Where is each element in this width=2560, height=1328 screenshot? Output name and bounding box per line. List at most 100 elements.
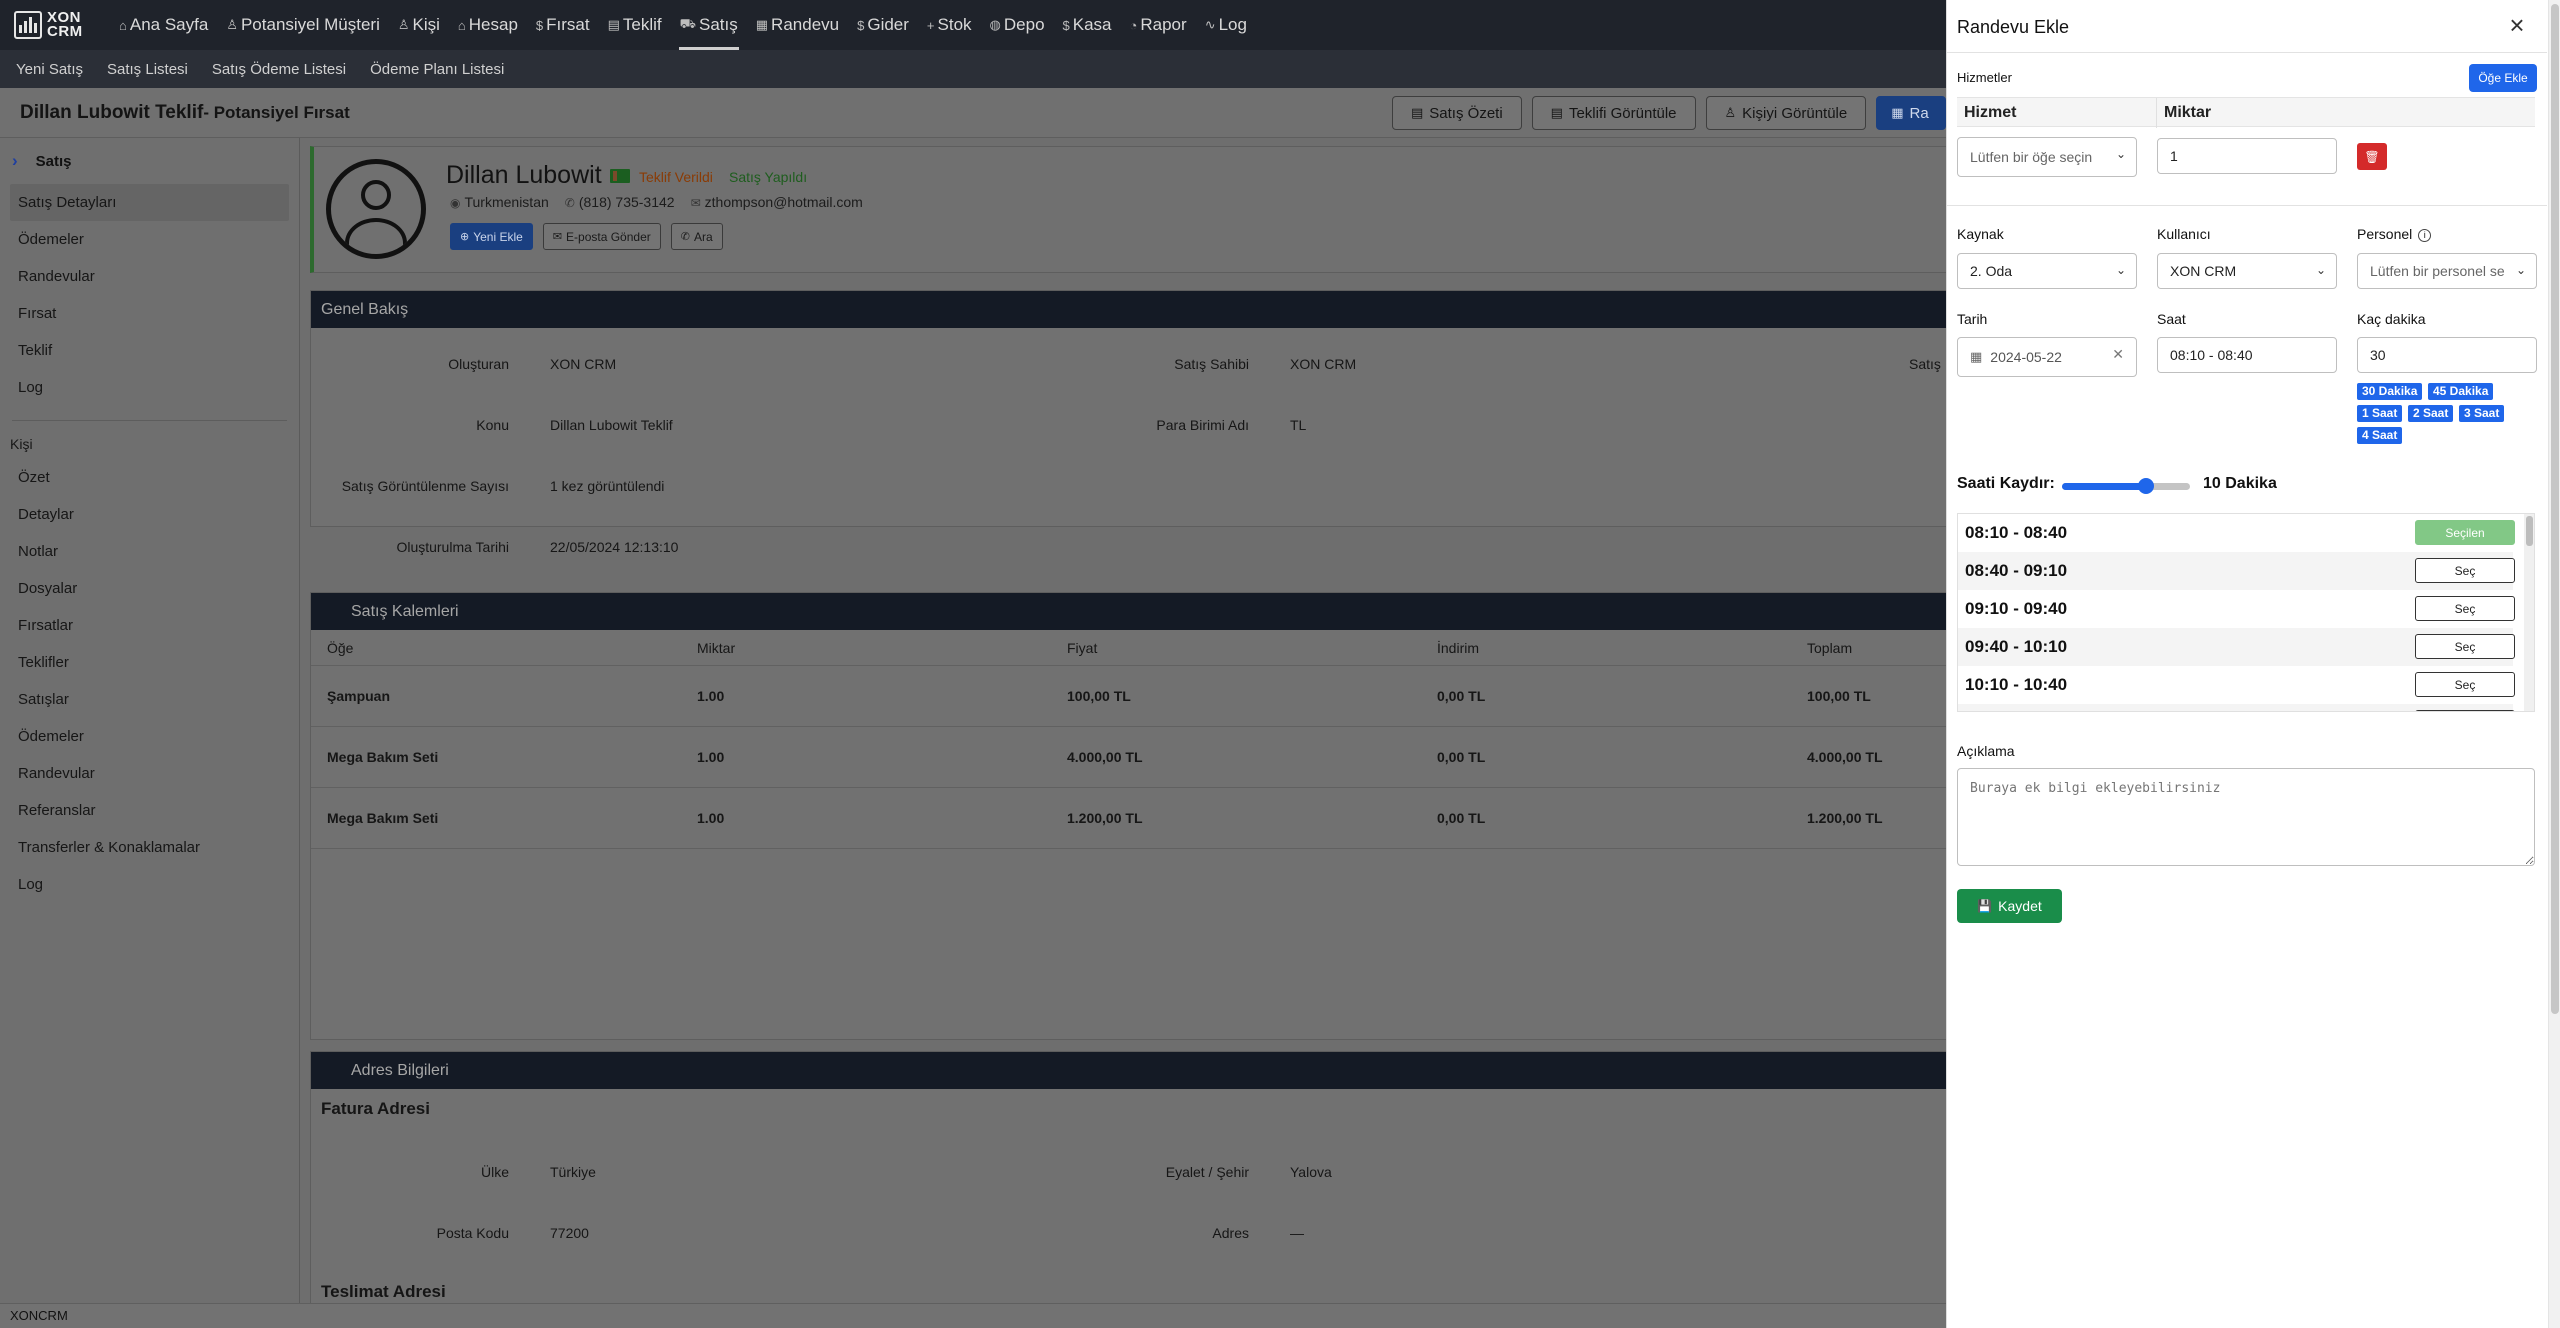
nav-item-kisi[interactable]: ♙ Kişi xyxy=(389,0,449,50)
delete-row-button[interactable]: 🗑 xyxy=(2357,143,2387,170)
sidebar-item-randevular[interactable]: Randevular xyxy=(0,258,299,295)
duration-chip-3h[interactable]: 3 Saat xyxy=(2459,405,2505,422)
nav-item-randevu[interactable]: ▦ Randevu xyxy=(747,0,848,50)
time-slot-label: 08:10 - 08:40 xyxy=(1965,523,2068,542)
subnav-item-yeni-satis[interactable]: Yeni Satış xyxy=(16,61,83,78)
profile-phone[interactable]: ✆ (818) 735-3142 xyxy=(565,194,675,210)
select-slot-button[interactable]: Seç xyxy=(2415,634,2515,659)
sale-items-card: Satış Kalemleri Öğe Miktar Fiyat İndirim Top… xyxy=(310,592,2200,1040)
sidebar-item-log[interactable]: Log xyxy=(0,866,299,903)
subnav-item-odeme-plani-listesi[interactable]: Ödeme Planı Listesi xyxy=(370,61,504,78)
profile-email[interactable]: ✉ zthompson@hotmail.com xyxy=(691,194,863,210)
select-slot-button[interactable] xyxy=(2415,710,2515,711)
select-slot-button[interactable]: Seç xyxy=(2415,672,2515,697)
sidebar-item-ozet[interactable]: Özet xyxy=(0,459,299,496)
info-icon[interactable]: i xyxy=(2418,229,2432,242)
sidebar-item-referanslar[interactable]: Referanslar xyxy=(0,792,299,829)
sidebar-item-satis-detaylari[interactable]: Satış Detayları xyxy=(10,184,289,221)
sidebar-item-firsatlar[interactable]: Fırsatlar xyxy=(0,607,299,644)
staff-select[interactable]: Lütfen bir personel se ⌄ xyxy=(2357,253,2537,289)
sidebar-item-teklifler[interactable]: Teklifler xyxy=(0,644,299,681)
column-header-miktar: Miktar xyxy=(697,639,736,656)
quantity-input[interactable]: 1 xyxy=(2157,138,2337,174)
selected-slot-button[interactable]: Seçilen xyxy=(2415,520,2515,545)
sidebar-item-odemeler[interactable]: Ödemeler xyxy=(0,718,299,755)
clear-icon[interactable]: ✕ xyxy=(2112,346,2124,363)
slot-list-scrollbar[interactable] xyxy=(2524,514,2534,711)
profile-country: ◉ Turkmenistan xyxy=(450,194,549,210)
flag-icon xyxy=(609,168,630,183)
shift-slider-handle[interactable] xyxy=(2138,478,2155,494)
drawer-scrollbar[interactable] xyxy=(2548,0,2560,1328)
sidebar-item-firsat[interactable]: Fırsat xyxy=(0,295,299,332)
sidebar-item-notlar[interactable]: Notlar xyxy=(0,533,299,570)
subnav-item-satis-listesi[interactable]: Satış Listesi xyxy=(107,61,188,78)
call-button[interactable]: ✆ Ara xyxy=(670,223,723,250)
document-icon: ▤ xyxy=(1411,105,1424,120)
add-item-button[interactable]: Öğe Ekle xyxy=(2469,64,2537,92)
select-slot-button[interactable]: Seç xyxy=(2415,596,2515,621)
drawer-scrollbar-thumb[interactable] xyxy=(2551,4,2559,1014)
sidebar-item-detaylar[interactable]: Detaylar xyxy=(0,496,299,533)
nav-item-rapor[interactable]: ◔ Rapor xyxy=(1121,0,1196,50)
nav-item-firsat[interactable]: $ Fırsat xyxy=(527,0,599,50)
nav-item-log[interactable]: ∿ Log xyxy=(1196,0,1256,50)
sidebar-item-dosyalar[interactable]: Dosyalar xyxy=(0,570,299,607)
col-quantity: Miktar xyxy=(2164,104,2212,121)
nav-item-ana-sayfa[interactable]: ⌂ Ana Sayfa xyxy=(110,0,217,50)
add-new-button[interactable]: ⊕ Yeni Ekle xyxy=(450,223,533,250)
view-person-button[interactable]: ♙ Kişiyi Görüntüle xyxy=(1705,96,1867,130)
sidebar-sale-header[interactable]: › Satış xyxy=(0,138,299,184)
sale-summary-button[interactable]: ▤ Satış Özeti xyxy=(1392,96,1522,130)
send-email-button[interactable]: ✉ E-posta Gönder xyxy=(542,223,661,250)
duration-chip-30m[interactable]: 30 Dakika xyxy=(2357,383,2423,400)
services-table-header: Hizmet Miktar xyxy=(1957,97,2535,128)
close-icon[interactable]: × xyxy=(2505,12,2529,38)
nav-icon: ♙ xyxy=(397,17,410,32)
duration-chip-2h[interactable]: 2 Saat xyxy=(2408,405,2454,422)
nav-item-teklif[interactable]: ▤ Teklif xyxy=(599,0,671,50)
subnav-item-satis-odeme-listesi[interactable]: Satış Ödeme Listesi xyxy=(212,61,346,78)
nav-item-potansiyel-musteri[interactable]: ♙ Potansiyel Müşteri xyxy=(217,0,389,50)
items-table-body: Şampuan 1.00 100,00 TL 0,00 TL 100,00 TL Mega… xyxy=(311,666,2199,849)
select-slot-button[interactable]: Seç xyxy=(2415,558,2515,583)
sidebar-item-log[interactable]: Log xyxy=(0,369,299,406)
table-cell: 100,00 TL xyxy=(1067,688,1131,704)
nav-item-stok[interactable]: + Stok xyxy=(918,0,981,50)
date-input[interactable]: ▦ 2024-05-22 ✕ xyxy=(1957,337,2137,377)
duration-chip-45m[interactable]: 45 Dakika xyxy=(2428,383,2494,400)
nav-icon: $ xyxy=(1062,17,1070,33)
sidebar-item-satislar[interactable]: Satışlar xyxy=(0,681,299,718)
view-offer-button[interactable]: ▤ Teklifi Görüntüle xyxy=(1531,96,1696,130)
sidebar-item-transferler-konaklamalar[interactable]: Transferler & Konaklamalar xyxy=(0,829,299,866)
app-logo[interactable]: XON CRM xyxy=(14,10,110,39)
profile-card: Dillan Lubowit Teklif Verildi Satış Yapı… xyxy=(310,146,2200,273)
nav-item-kasa[interactable]: $ Kasa xyxy=(1054,0,1121,50)
sidebar-item-randevular[interactable]: Randevular xyxy=(0,755,299,792)
user-icon: ♙ xyxy=(1724,105,1737,120)
time-slot xyxy=(1958,704,2515,711)
shift-slider[interactable] xyxy=(2062,478,2190,494)
chevron-down-icon: ⌄ xyxy=(2515,263,2526,277)
address-card: Adres Bilgileri Fatura Adresi Ülke Türki… xyxy=(310,1051,2200,1311)
sidebar-item-teklif[interactable]: Teklif xyxy=(0,332,299,369)
source-select[interactable]: 2. Oda ⌄ xyxy=(1957,253,2137,289)
time-input[interactable]: 08:10 - 08:40 xyxy=(2157,337,2337,373)
nav-item-label: Kasa xyxy=(1072,15,1112,34)
nav-item-gider[interactable]: $ Gider xyxy=(848,0,918,50)
nav-icon: ◍ xyxy=(989,17,1001,32)
user-select[interactable]: XON CRM ⌄ xyxy=(2157,253,2337,289)
sidebar-item-odemeler[interactable]: Ödemeler xyxy=(0,221,299,258)
duration-chip-1h[interactable]: 1 Saat xyxy=(2357,405,2403,422)
minutes-input[interactable]: 30 xyxy=(2357,337,2537,373)
duration-chip-4h[interactable]: 4 Saat xyxy=(2357,427,2403,444)
service-select[interactable]: Lütfen bir öğe seçin ⌄ xyxy=(1957,137,2137,177)
nav-item-hesap[interactable]: ⌂ Hesap xyxy=(449,0,527,50)
save-button[interactable]: 💾 Kaydet xyxy=(1957,889,2062,923)
appointment-button[interactable]: ▦ Ra xyxy=(1876,96,1947,130)
nav-item-depo[interactable]: ◍ Depo xyxy=(981,0,1054,50)
nav-item-satis[interactable]: ⛟ Satış xyxy=(671,0,747,50)
note-textarea[interactable] xyxy=(1957,768,2535,866)
table-row: Mega Bakım Seti 1.00 4.000,00 TL 0,00 TL 4.0… xyxy=(311,727,2199,788)
time-slot: 10:10 - 10:40 Seç xyxy=(1958,666,2515,704)
